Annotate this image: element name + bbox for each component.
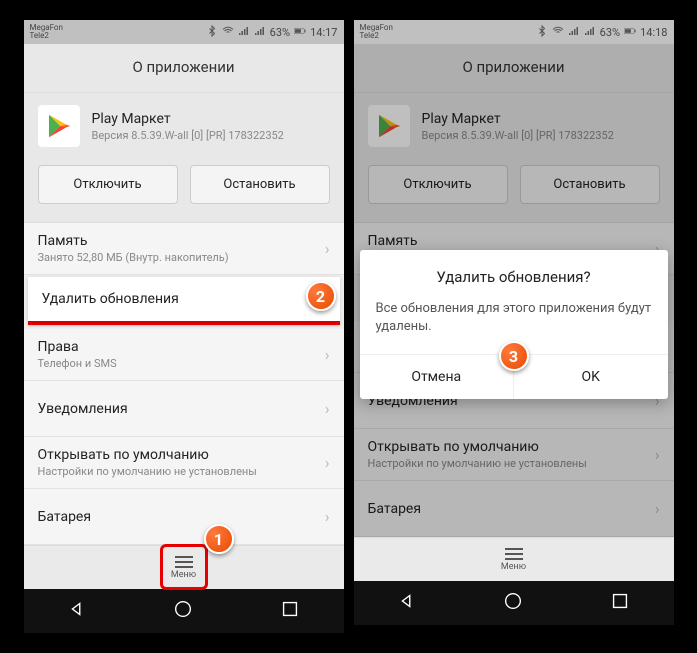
annotation-badge-2: 2: [306, 281, 336, 311]
chevron-right-icon: ›: [325, 453, 330, 472]
rights-sub: Телефон и SMS: [38, 357, 117, 370]
app-info-block: Play Маркет Версия 8.5.39.W-all [0] [PR]…: [24, 93, 344, 159]
highlight-menu: [160, 544, 208, 590]
status-bar: MegaFon Tele2 63% 14:18: [354, 20, 674, 44]
menu-bar[interactable]: 1 Меню: [24, 545, 344, 589]
battery-text: 63%: [600, 26, 620, 39]
confirm-dialog: Удалить обновления? Все обновления для э…: [360, 250, 668, 399]
annotation-badge-3: 3: [499, 341, 529, 371]
clock: 14:17: [310, 26, 337, 39]
page-title: О приложении: [24, 44, 344, 93]
open-default-title: Открывать по умолчанию: [38, 447, 257, 463]
stop-button[interactable]: Остановить: [190, 165, 330, 204]
rights-title: Права: [38, 339, 117, 355]
wifi-icon: [552, 25, 564, 40]
row-notifications[interactable]: Уведомления ›: [24, 381, 344, 437]
bluetooth-icon: [536, 25, 548, 40]
delete-updates-label: Удалить обновления: [28, 277, 340, 321]
screen-left: MegaFon Tele2 63% 14:17 О приложении: [24, 20, 344, 633]
row-rights[interactable]: Права Телефон и SMS ›: [24, 329, 344, 381]
bluetooth-icon: [206, 25, 218, 40]
action-buttons: Отключить Остановить: [24, 159, 344, 223]
row-open-default[interactable]: Открывать по умолчанию Настройки по умол…: [24, 437, 344, 489]
hamburger-icon: [505, 548, 523, 560]
carrier-2: Tele2: [30, 32, 63, 40]
battery-icon: [624, 25, 636, 40]
recent-icon[interactable]: [609, 590, 631, 616]
dialog-title: Удалить обновления?: [360, 250, 668, 296]
signal-icon-2: [584, 25, 596, 40]
memory-title: Память: [38, 233, 229, 249]
wifi-icon: [222, 25, 234, 40]
battery-text: 63%: [270, 26, 290, 39]
notifications-title: Уведомления: [38, 401, 128, 417]
app-name: Play Маркет: [92, 111, 284, 127]
chevron-right-icon: ›: [325, 507, 330, 526]
chevron-right-icon: ›: [325, 399, 330, 418]
row-memory[interactable]: Память Занято 52,80 МБ (Внутр. накопител…: [24, 223, 344, 275]
row-battery[interactable]: Батарея ›: [24, 489, 344, 545]
chevron-right-icon: ›: [325, 345, 330, 364]
home-icon[interactable]: [172, 598, 194, 624]
delete-updates-popup[interactable]: Удалить обновления: [28, 277, 340, 321]
memory-sub: Занято 52,80 МБ (Внутр. накопитель): [38, 251, 229, 264]
home-icon[interactable]: [502, 590, 524, 616]
cancel-button[interactable]: Отмена: [360, 355, 514, 399]
ok-button[interactable]: OK: [513, 355, 668, 399]
chevron-right-icon: ›: [325, 239, 330, 258]
menu-label: Меню: [501, 562, 526, 572]
app-version: Версия 8.5.39.W-all [0] [PR] 178322352: [92, 129, 284, 142]
back-icon[interactable]: [66, 598, 88, 624]
battery-icon: [294, 25, 306, 40]
clock: 14:18: [640, 26, 667, 39]
menu-bar[interactable]: Меню: [354, 537, 674, 581]
battery-title: Батарея: [38, 509, 92, 525]
nav-bar: [24, 589, 344, 633]
play-store-icon: [38, 105, 80, 147]
status-bar: MegaFon Tele2 63% 14:17: [24, 20, 344, 44]
disable-button[interactable]: Отключить: [38, 165, 178, 204]
screen-right: MegaFon Tele2 63% 14:18 О приложении Pla…: [354, 20, 674, 625]
annotation-badge-1: 1: [204, 524, 234, 554]
recent-icon[interactable]: [279, 598, 301, 624]
highlight-underline: [28, 321, 340, 325]
open-default-sub: Настройки по умолчанию не установлены: [38, 465, 257, 478]
nav-bar: [354, 581, 674, 625]
signal-icon: [238, 25, 250, 40]
signal-icon: [568, 25, 580, 40]
carrier-2: Tele2: [360, 32, 393, 40]
signal-icon-2: [254, 25, 266, 40]
back-icon[interactable]: [396, 590, 418, 616]
